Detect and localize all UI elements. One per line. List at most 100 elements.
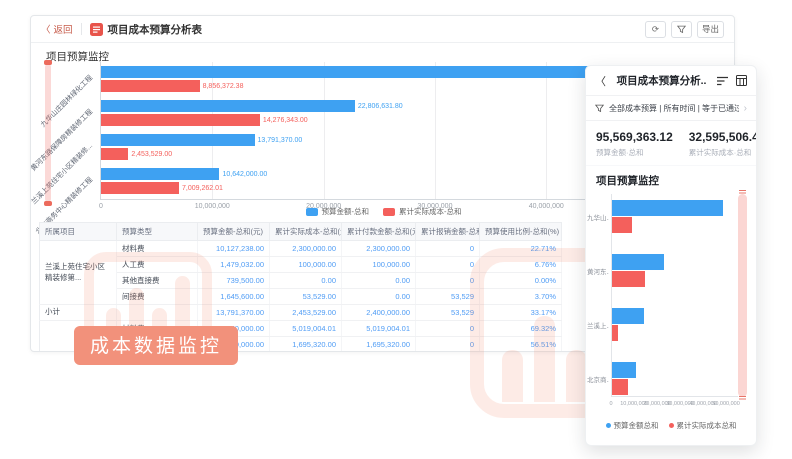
budget-bar	[612, 362, 636, 378]
actual-cost-bar	[612, 271, 645, 287]
budget-type-cell: 人工费	[117, 257, 198, 273]
reimbursement-cell: 53,529	[416, 289, 480, 305]
actual-cost-cell: 0.00	[270, 273, 342, 289]
back-chevron-icon: 〈	[41, 22, 51, 36]
bar-value-label: 14,276,343.00	[263, 117, 308, 124]
actual-cost-bar	[612, 325, 618, 341]
budget-type-cell: 间接费	[117, 289, 198, 305]
budget-cell: 13,791,370.00	[198, 305, 270, 321]
table-view-icon[interactable]	[736, 75, 747, 86]
back-label: 返回	[54, 22, 73, 36]
bar-value-label: 13,791,370.00	[258, 137, 303, 144]
table-row: 间接费1,645,600.0053,529.000.0053,5293.70%	[40, 289, 562, 305]
usage-ratio-cell: 0.00%	[480, 273, 562, 289]
table-row: 其他直接费739,500.000.000.0000.00%	[40, 273, 562, 289]
actual-cost-cell: 1,695,320.00	[270, 337, 342, 353]
budget-type-cell: 材料费	[117, 241, 198, 257]
gridline	[324, 62, 325, 199]
chart-datazoom-slider[interactable]	[45, 64, 51, 202]
payment-cell: 100,000.00	[342, 257, 416, 273]
payment-cell: 2,400,000.00	[342, 305, 416, 321]
panel-title: 项目成本预算分析..	[606, 73, 717, 88]
bar-value-label: 8,856,372.38	[203, 83, 244, 90]
payment-cell: 0.00	[342, 273, 416, 289]
titlebar-actions: ⟳ 导出	[645, 21, 724, 38]
panel-kpis: 95,569,363.12 预算金额·总和 32,595,506.40 累计实际…	[586, 121, 756, 166]
bar-value-label: 2,453,529.00	[131, 151, 172, 158]
table-row: 兰溪上苑住宅小区精装修第...材料费10,127,238.002,300,000…	[40, 241, 562, 257]
legend-label: 累计实际成本总和	[677, 420, 737, 431]
filter-icon	[677, 25, 686, 34]
legend-label: 预算金额-总和	[322, 206, 370, 217]
kpi-label: 预算金额·总和	[596, 147, 673, 158]
budget-bar	[612, 308, 644, 324]
budget-type-cell: 其他直接费	[117, 273, 198, 289]
column-header: 累计付款金额-总和(元)	[342, 223, 416, 241]
usage-ratio-cell: 6.76%	[480, 257, 562, 273]
payment-cell: 5,019,004.01	[342, 321, 416, 337]
panel-filter-bar[interactable]: 全部成本预算 | 所有时间 | 等于已通过 ›	[586, 96, 756, 121]
kpi-value: 95,569,363.12	[596, 130, 673, 144]
gridline	[435, 62, 436, 199]
window-title: 项目成本预算分析表	[108, 22, 203, 37]
legend-label: 预算金额总和	[614, 420, 659, 431]
kpi-budget-total: 95,569,363.12 预算金额·总和	[596, 130, 673, 158]
actual-cost-cell: 100,000.00	[270, 257, 342, 273]
bar-value-label: 10,642,000.00	[222, 171, 267, 178]
back-button[interactable]: 〈 返回	[41, 22, 73, 36]
project-cell: 兰溪上苑住宅小区精装修第...	[40, 241, 117, 305]
actual-cost-cell: 2,300,000.00	[270, 241, 342, 257]
payment-cell: 2,300,000.00	[342, 241, 416, 257]
actual-cost-cell: 5,019,004.01	[270, 321, 342, 337]
export-button[interactable]: 导出	[697, 21, 724, 38]
reimbursement-cell: 0	[416, 241, 480, 257]
panel-back-button[interactable]: 〈	[595, 73, 606, 89]
refresh-button[interactable]: ⟳	[645, 21, 666, 38]
legend-item[interactable]: 预算金额总和	[606, 420, 659, 431]
payment-cell: 0.00	[342, 289, 416, 305]
legend-item[interactable]: 预算金额-总和	[306, 206, 370, 217]
legend-item[interactable]: 累计实际成本总和	[669, 420, 737, 431]
usage-ratio-cell: 69.32%	[480, 321, 562, 337]
actual-cost-bar	[612, 217, 632, 233]
actual-cost-cell: 2,453,529.00	[270, 305, 342, 321]
mini-chart-scrollbar[interactable]	[738, 194, 747, 397]
project-cell: 小计	[40, 305, 117, 321]
legend-swatch	[383, 208, 395, 216]
titlebar-divider	[81, 23, 82, 35]
mini-chart-legend: 预算金额总和 累计实际成本总和	[586, 420, 756, 431]
column-header: 预算类型	[117, 223, 198, 241]
category-label: 北京商..	[587, 374, 609, 384]
actual-cost-bar	[612, 379, 628, 395]
legend-item[interactable]: 累计实际成本-总和	[383, 206, 462, 217]
reimbursement-cell: 0	[416, 321, 480, 337]
usage-ratio-cell: 22.71%	[480, 241, 562, 257]
report-doc-icon	[90, 23, 103, 36]
budget-bar	[612, 200, 723, 216]
filter-button[interactable]	[671, 21, 692, 38]
category-label: 九华山..	[587, 212, 609, 222]
legend-label: 累计实际成本-总和	[399, 206, 462, 217]
kpi-value: 32,595,506.40	[689, 130, 757, 144]
budget-bar	[612, 254, 664, 270]
datazoom-handle-top[interactable]	[44, 60, 52, 65]
scrollbar-handle-top[interactable]	[739, 190, 746, 195]
panel-filter-text: 全部成本预算 | 所有时间 | 等于已通过	[609, 103, 739, 114]
mini-chart: 九华山..黄河东..兰溪上..北京商..010,000,00020,000,00…	[586, 192, 756, 408]
bar-value-label: 22,806,631.80	[358, 103, 403, 110]
table-header: 所属项目预算类型预算金额-总和(元)累计实际成本-总和(元)累计付款金额-总和(…	[40, 223, 562, 241]
legend-swatch	[306, 208, 318, 216]
budget-cell: 1,645,600.00	[198, 289, 270, 305]
budget-type-cell	[117, 305, 198, 321]
budget-bar	[101, 100, 355, 112]
actual-cost-cell: 53,529.00	[270, 289, 342, 305]
budget-cell: 1,479,032.00	[198, 257, 270, 273]
payment-cell: 1,695,320.00	[342, 337, 416, 353]
legend-dot	[606, 423, 611, 428]
funnel-icon	[595, 104, 604, 113]
panel-section-title: 项目预算监控	[586, 166, 756, 188]
gridline	[546, 62, 547, 199]
reimbursement-cell: 0	[416, 337, 480, 353]
sort-descending-icon[interactable]	[717, 76, 729, 86]
budget-cell: 739,500.00	[198, 273, 270, 289]
